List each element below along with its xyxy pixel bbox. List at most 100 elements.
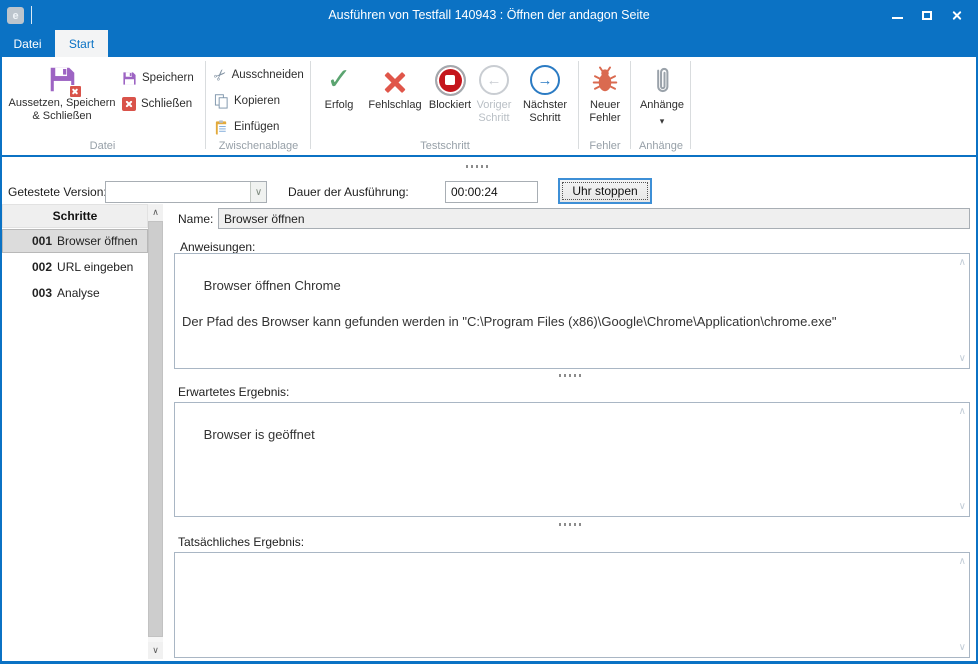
- splitter-grip-icon[interactable]: [559, 523, 582, 526]
- scissors-icon: ✂: [209, 64, 231, 86]
- tab-start[interactable]: Start: [55, 30, 108, 57]
- close-x-icon: [122, 97, 136, 111]
- dropdown-arrow-icon: ▾: [660, 117, 665, 126]
- group-label-datei: Datei: [0, 140, 205, 152]
- tab-datei[interactable]: Datei: [0, 30, 55, 57]
- actual-result-label: Tatsächliches Ergebnis:: [178, 535, 304, 549]
- window-title: Ausführen von Testfall 140943 : Öffnen d…: [0, 8, 978, 22]
- floppy-disk-icon: [122, 71, 137, 86]
- blocked-label: Blockiert: [429, 99, 471, 112]
- arrow-left-circle-icon: ←: [479, 61, 509, 99]
- scrollbar-thumb[interactable]: [148, 221, 163, 637]
- scroll-up-icon[interactable]: ∧: [959, 258, 966, 268]
- expected-result-text: Browser is geöffnet: [204, 427, 315, 442]
- group-label-testschritt: Testschritt: [312, 140, 578, 152]
- save-button[interactable]: Speichern: [122, 69, 194, 87]
- instructions-text: Browser öffnen Chrome Der Pfad des Brows…: [182, 278, 837, 329]
- close-ribbon-button[interactable]: Schließen: [122, 95, 192, 113]
- splitter-grip-icon[interactable]: [466, 165, 489, 168]
- previous-step-label-2: Schritt: [478, 112, 509, 125]
- step-item-002[interactable]: 002 URL eingeben: [2, 255, 148, 279]
- arrow-right-circle-icon: →: [530, 61, 560, 99]
- minimize-button[interactable]: [882, 0, 912, 30]
- attachments-button[interactable]: Anhänge ▾: [634, 61, 690, 126]
- step-number: 002: [32, 260, 52, 274]
- expected-result-field[interactable]: Browser is geöffnet ∧ ∨: [174, 402, 970, 517]
- step-label: Analyse: [57, 286, 100, 300]
- new-error-label-2: Fehler: [589, 112, 620, 125]
- tested-version-label: Getestete Version:: [8, 185, 107, 199]
- failure-button[interactable]: Fehlschlag: [362, 61, 428, 112]
- minimize-icon: [892, 17, 903, 19]
- paste-label: Einfügen: [234, 121, 279, 133]
- suspend-save-close-button[interactable]: Aussetzen, Speichern & Schließen: [8, 61, 116, 123]
- paste-button[interactable]: Einfügen: [214, 118, 279, 136]
- actual-result-field[interactable]: ∧ ∨: [174, 552, 970, 658]
- instructions-label: Anweisungen:: [180, 240, 255, 254]
- scroll-up-icon[interactable]: ∧: [959, 557, 966, 567]
- maximize-icon: [922, 11, 932, 20]
- splitter-grip-icon[interactable]: [559, 374, 582, 377]
- floppy-disk-close-icon: [47, 61, 78, 97]
- duration-field[interactable]: 00:00:24: [445, 181, 538, 203]
- combobox-arrow-icon[interactable]: ∨: [250, 182, 266, 202]
- stop-clock-button[interactable]: Uhr stoppen: [558, 178, 652, 204]
- execution-toolbar: Getestete Version: ∨ Dauer der Ausführun…: [0, 159, 978, 204]
- x-icon: [383, 61, 408, 99]
- steps-scrollbar[interactable]: ∧ ∨: [148, 204, 163, 659]
- step-label: Browser öffnen: [57, 234, 138, 248]
- name-field[interactable]: Browser öffnen: [218, 208, 970, 229]
- cut-button[interactable]: ✂ Ausschneiden: [214, 66, 304, 84]
- group-label-zwischenablage: Zwischenablage: [207, 140, 310, 152]
- previous-step-button[interactable]: ← Voriger Schritt: [472, 61, 516, 125]
- ribbon-separator: [690, 61, 691, 149]
- scroll-down-icon[interactable]: ∨: [148, 642, 163, 659]
- step-label: URL eingeben: [57, 260, 133, 274]
- bug-icon: [590, 61, 620, 99]
- close-button[interactable]: [942, 0, 972, 30]
- save-label: Speichern: [142, 72, 194, 84]
- blocked-button[interactable]: Blockiert: [428, 61, 472, 112]
- scroll-down-icon[interactable]: ∨: [959, 502, 966, 512]
- attachments-label: Anhänge: [640, 99, 684, 112]
- clipboard-paste-icon: [214, 120, 229, 135]
- expected-result-label: Erwartetes Ergebnis:: [178, 385, 289, 399]
- suspend-save-close-label-2: & Schließen: [32, 110, 91, 123]
- stop-circle-icon: [435, 61, 466, 99]
- instructions-field[interactable]: Browser öffnen Chrome Der Pfad des Brows…: [174, 253, 970, 369]
- name-label: Name:: [178, 212, 213, 226]
- failure-label: Fehlschlag: [368, 99, 421, 112]
- group-label-fehler: Fehler: [580, 140, 630, 152]
- next-step-label-2: Schritt: [529, 112, 560, 125]
- ribbon-separator: [310, 61, 311, 149]
- app-window: e Ausführen von Testfall 140943 : Öffnen…: [0, 0, 978, 664]
- step-number: 001: [32, 234, 52, 248]
- check-icon: ✓: [326, 61, 351, 99]
- ribbon-separator: [630, 61, 631, 149]
- tested-version-combobox[interactable]: ∨: [105, 181, 267, 203]
- scroll-down-icon[interactable]: ∨: [959, 643, 966, 653]
- duration-label: Dauer der Ausführung:: [288, 185, 409, 199]
- ribbon-tab-row: Datei Start: [0, 30, 978, 57]
- scroll-up-icon[interactable]: ∧: [959, 407, 966, 417]
- scroll-down-icon[interactable]: ∨: [959, 354, 966, 364]
- close-label: Schließen: [141, 98, 192, 110]
- ribbon-separator: [205, 61, 206, 149]
- window-border: [0, 0, 2, 664]
- title-separator: [31, 6, 32, 24]
- maximize-button[interactable]: [912, 0, 942, 30]
- success-label: Erfolg: [325, 99, 354, 112]
- scroll-up-icon[interactable]: ∧: [148, 204, 163, 221]
- step-item-001[interactable]: 001 Browser öffnen: [2, 229, 148, 253]
- cut-label: Ausschneiden: [232, 69, 304, 81]
- copy-icon: [214, 94, 229, 109]
- step-item-003[interactable]: 003 Analyse: [2, 281, 148, 305]
- copy-button[interactable]: Kopieren: [214, 92, 280, 110]
- new-error-button[interactable]: Neuer Fehler: [582, 61, 628, 125]
- success-button[interactable]: ✓ Erfolg: [316, 61, 362, 112]
- paperclip-icon: [651, 61, 674, 99]
- group-label-anhaenge: Anhänge: [632, 140, 690, 152]
- next-step-button[interactable]: → Nächster Schritt: [516, 61, 574, 125]
- previous-step-label-1: Voriger: [477, 99, 512, 112]
- app-icon[interactable]: e: [7, 7, 24, 24]
